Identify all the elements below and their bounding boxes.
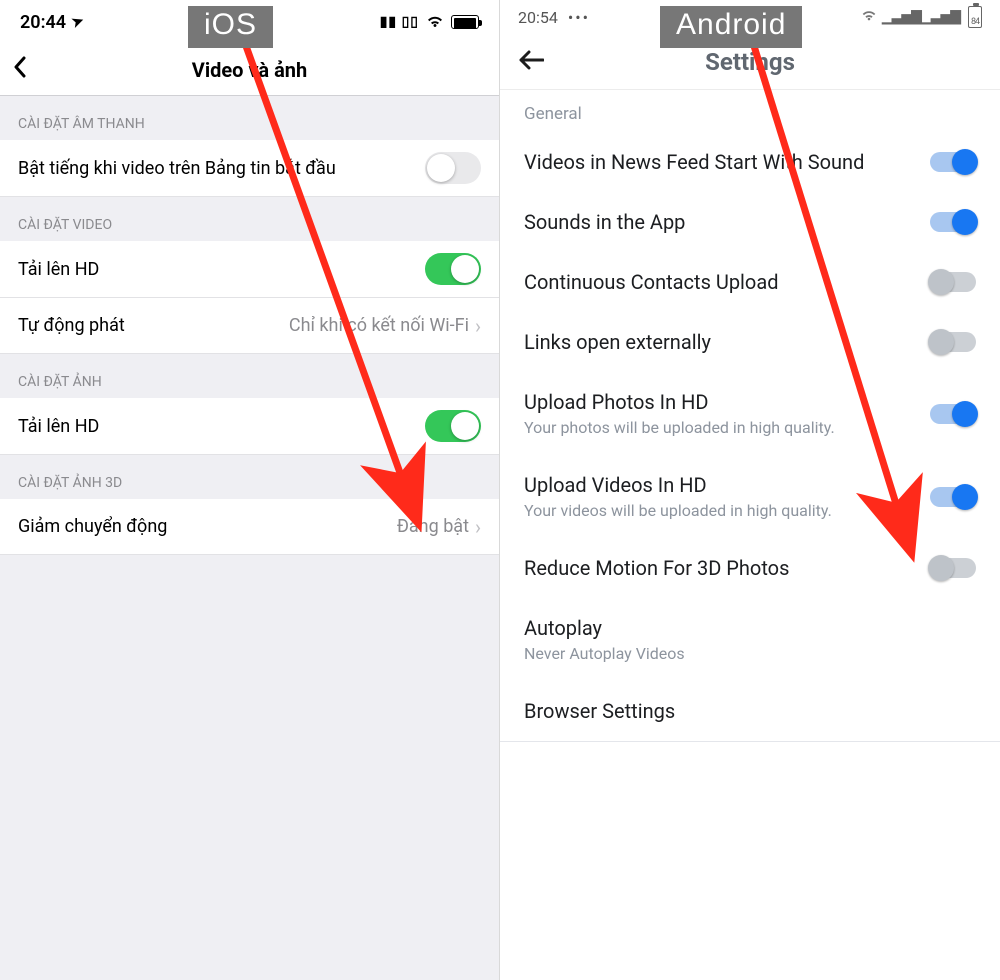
toggle-sound-on-start[interactable]: [425, 152, 481, 184]
section-header-video: CÀI ĐẶT VIDEO: [0, 197, 499, 241]
toggle-upload-videos-hd[interactable]: [930, 487, 976, 507]
row-autoplay[interactable]: Tự động phát Chỉ khi có kết nối Wi-Fi ›: [0, 298, 499, 354]
wifi-icon: [860, 8, 878, 26]
toggle-upload-photos-hd[interactable]: [930, 404, 976, 424]
row-autoplay[interactable]: Autoplay Never Autoplay Videos: [500, 598, 1000, 681]
row-detail: Đang bật: [397, 516, 469, 537]
row-reduce-motion[interactable]: Giảm chuyển động Đang bật ›: [0, 499, 499, 555]
row-label: Tải lên HD: [18, 416, 99, 437]
toggle-photo-upload-hd[interactable]: [425, 410, 481, 442]
toggle-video-upload-hd[interactable]: [425, 253, 481, 285]
row-sound-feed[interactable]: Videos in News Feed Start With Sound: [500, 132, 1000, 192]
chevron-right-icon: ›: [475, 314, 481, 338]
row-sounds-app[interactable]: Sounds in the App: [500, 192, 1000, 252]
ios-time: 20:44: [20, 12, 66, 33]
row-subtitle: Your photos will be uploaded in high qua…: [524, 418, 914, 437]
section-header-general: General: [500, 90, 1000, 132]
row-label: Videos in News Feed Start With Sound: [524, 150, 914, 174]
row-detail: Chỉ khi có kết nối Wi-Fi: [289, 315, 469, 336]
row-label: Links open externally: [524, 330, 914, 354]
ios-badge: iOS: [188, 6, 273, 48]
more-icon: •••: [568, 8, 590, 27]
row-upload-videos-hd[interactable]: Upload Videos In HD Your videos will be …: [500, 455, 1000, 538]
row-sound-on-start[interactable]: Bật tiếng khi video trên Bảng tin bắt đầ…: [0, 140, 499, 197]
chevron-right-icon: ›: [475, 515, 481, 539]
section-header-photo: CÀI ĐẶT ẢNH: [0, 354, 499, 398]
toggle-reduce-motion-3d[interactable]: [930, 558, 976, 578]
row-photo-upload-hd[interactable]: Tải lên HD: [0, 398, 499, 455]
row-upload-photos-hd[interactable]: Upload Photos In HD Your photos will be …: [500, 372, 1000, 455]
page-title: Video và ảnh: [192, 58, 307, 82]
divider: [500, 741, 1000, 742]
row-label: Upload Videos In HD: [524, 473, 914, 497]
battery-icon: [451, 15, 479, 29]
signal-icon: ▁▃▅▇▁▃▅▇: [882, 9, 960, 25]
row-label: Reduce Motion For 3D Photos: [524, 556, 914, 580]
row-video-upload-hd[interactable]: Tải lên HD: [0, 241, 499, 298]
row-label: Tải lên HD: [18, 259, 99, 280]
row-label: Upload Photos In HD: [524, 390, 914, 414]
back-button[interactable]: [12, 55, 28, 85]
row-contacts-upload[interactable]: Continuous Contacts Upload: [500, 252, 1000, 312]
battery-icon: 84: [968, 6, 982, 28]
row-subtitle: Never Autoplay Videos: [524, 644, 976, 663]
row-links-external[interactable]: Links open externally: [500, 312, 1000, 372]
android-badge: Android: [660, 6, 802, 48]
row-label: Tự động phát: [18, 315, 125, 336]
row-reduce-motion-3d[interactable]: Reduce Motion For 3D Photos: [500, 538, 1000, 598]
row-browser-settings[interactable]: Browser Settings: [500, 681, 1000, 741]
cellular-icon: ▮▮ ▯▯: [380, 14, 419, 30]
android-time: 20:54: [518, 8, 558, 27]
toggle-sound-feed[interactable]: [930, 152, 976, 172]
section-header-sound: CÀI ĐẶT ÂM THANH: [0, 96, 499, 140]
toggle-sounds-app[interactable]: [930, 212, 976, 232]
row-label: Continuous Contacts Upload: [524, 270, 914, 294]
location-arrow-icon: ➤: [70, 12, 86, 31]
toggle-contacts-upload[interactable]: [930, 272, 976, 292]
row-subtitle: Your videos will be uploaded in high qua…: [524, 501, 914, 520]
section-header-photo3d: CÀI ĐẶT ẢNH 3D: [0, 455, 499, 499]
row-label: Giảm chuyển động: [18, 516, 167, 537]
row-label: Bật tiếng khi video trên Bảng tin bắt đầ…: [18, 158, 336, 179]
row-label: Browser Settings: [524, 699, 976, 723]
page-title: Settings: [500, 48, 1000, 76]
empty-area: [0, 555, 499, 980]
ios-nav-header: Video và ảnh: [0, 44, 499, 96]
row-label: Sounds in the App: [524, 210, 914, 234]
wifi-icon: [425, 12, 445, 33]
row-label: Autoplay: [524, 616, 976, 640]
toggle-links-external[interactable]: [930, 332, 976, 352]
